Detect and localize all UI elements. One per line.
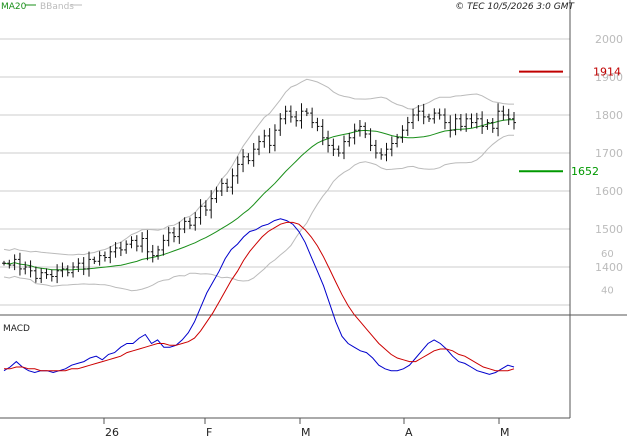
macd-line — [3, 218, 515, 375]
price-y-tick: 1600 — [595, 185, 623, 198]
level-label: 1914 — [593, 66, 621, 79]
price-y-tick: 1400 — [595, 261, 623, 274]
legend-bbands: BBands — [40, 2, 74, 12]
price-y-tick: 1700 — [595, 147, 623, 160]
legend-ma20: MA20 — [1, 2, 27, 12]
x-tick-label: 26 — [105, 426, 119, 439]
level-label: 1652 — [571, 165, 599, 178]
copyright-text: © TEC 10/5/2026 3:0 GMT — [455, 2, 575, 12]
price-y-tick: 1500 — [595, 223, 623, 236]
price-y-tick: 2000 — [595, 33, 623, 46]
stock-chart: 200019001800170016001500140019141652MACD… — [0, 0, 627, 439]
x-tick-label: M — [301, 426, 311, 439]
x-tick-label: M — [500, 426, 510, 439]
price-y-tick: 1800 — [595, 109, 623, 122]
x-tick-label: F — [206, 426, 212, 439]
x-tick-label: A — [405, 426, 413, 439]
macd-y-tick: 60 — [601, 249, 614, 260]
macd-signal-line — [4, 221, 515, 372]
macd-y-tick: 40 — [601, 285, 614, 296]
macd-title: MACD — [3, 324, 30, 334]
